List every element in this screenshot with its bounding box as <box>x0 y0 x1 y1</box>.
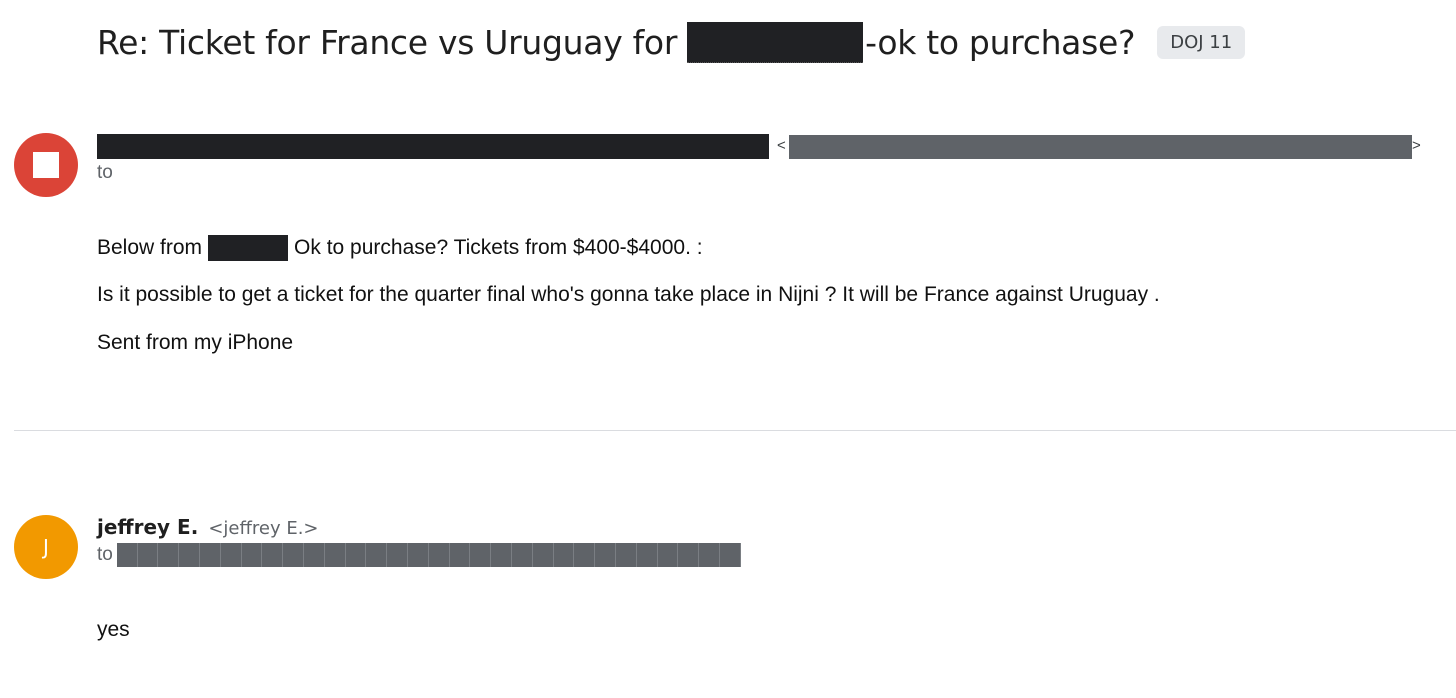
body-text: Ok to purchase? Tickets from $400-$4000.… <box>294 236 703 259</box>
sender-avatar[interactable]: J <box>14 515 78 579</box>
subject-prefix: Re: Ticket for France vs Uruguay for <box>97 23 678 62</box>
sender-email: <jeffrey E.> <box>208 518 319 539</box>
recipient-row[interactable]: to <box>97 543 741 567</box>
recipient-label: to <box>97 544 113 565</box>
email-close-bracket: > <box>1412 137 1421 154</box>
message-signature: Sent from my iPhone <box>97 331 294 354</box>
subject-suffix: -ok to purchase? <box>865 23 1136 62</box>
sender-avatar[interactable] <box>14 133 78 197</box>
recipient-redaction <box>116 543 741 567</box>
message-body: yes <box>97 618 130 641</box>
email-open-bracket: < <box>777 137 786 154</box>
message-divider <box>14 430 1456 431</box>
sender-header: jeffrey E. <jeffrey E.> <box>97 515 319 539</box>
sender-name[interactable]: jeffrey E. <box>97 515 198 539</box>
recipient-label[interactable]: to <box>97 162 113 184</box>
message-body-line: Is it possible to get a ticket for the q… <box>97 283 1160 306</box>
sender-email-redaction <box>789 135 1412 159</box>
message-body-line: Below from Ok to purchase? Tickets from … <box>97 235 703 261</box>
avatar-square-icon <box>33 152 59 178</box>
body-text: Below from <box>97 236 203 259</box>
sender-name-redaction <box>97 134 769 159</box>
label-chip[interactable]: DOJ 11 <box>1157 26 1246 59</box>
body-redaction <box>208 235 289 261</box>
subject-redaction <box>687 22 864 63</box>
email-subject: Re: Ticket for France vs Uruguay for -ok… <box>97 22 1246 63</box>
